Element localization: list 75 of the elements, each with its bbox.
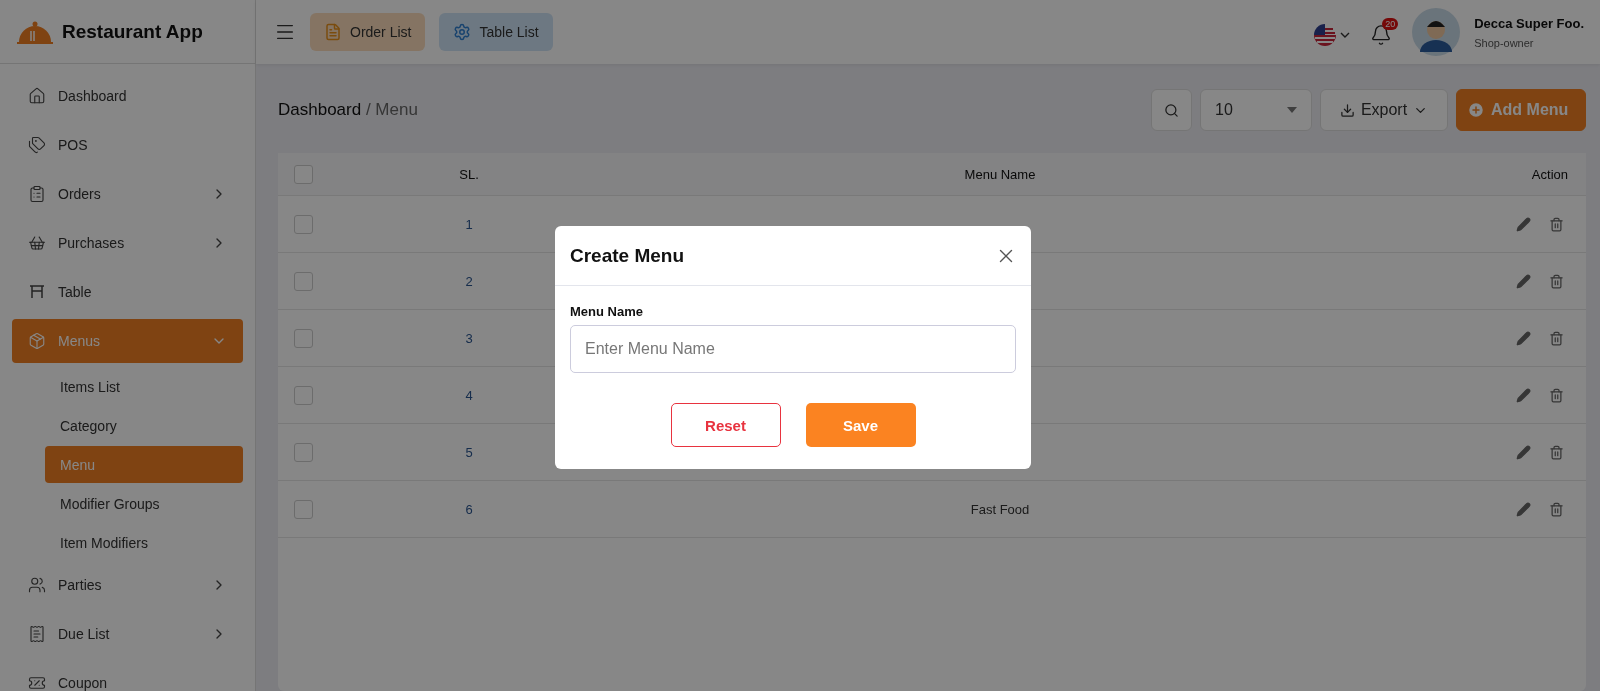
edit-icon[interactable]: [1516, 501, 1531, 517]
menu-item-icon: [28, 185, 46, 203]
delete-icon[interactable]: [1549, 273, 1564, 289]
user-name: Decca Super Foo.: [1474, 15, 1584, 31]
download-icon: [1339, 102, 1355, 118]
menu-item-icon: [28, 136, 46, 154]
table-cell-text: 4: [464, 387, 474, 403]
sidebar-item[interactable]: Coupon: [12, 661, 243, 691]
export-button[interactable]: Export: [1320, 89, 1448, 131]
edit-icon[interactable]: [1516, 330, 1531, 346]
delete-icon[interactable]: [1549, 330, 1564, 346]
sidebar-item[interactable]: Orders: [12, 172, 243, 216]
menu-item-icon: [28, 87, 46, 105]
checkbox[interactable]: [294, 214, 313, 234]
quick-link-button[interactable]: Table List: [439, 13, 553, 51]
quick-link-button[interactable]: Order List: [310, 13, 426, 51]
sidebar-item[interactable]: Due List: [12, 612, 243, 656]
plus-circle-icon: [1467, 101, 1485, 119]
menu-item-icon: [28, 332, 46, 350]
table-cell-text: 5: [464, 444, 474, 460]
sidebar-item[interactable]: Dashboard: [12, 74, 243, 118]
checkbox[interactable]: [294, 385, 313, 405]
gear-icon: [453, 23, 472, 41]
field-label: Menu Name: [570, 304, 644, 319]
column-header: SL.: [458, 166, 480, 182]
dialog-title: Create Menu: [570, 244, 685, 267]
user-avatar[interactable]: [1412, 8, 1461, 56]
menu-name-input[interactable]: Enter Menu Name: [570, 325, 1016, 373]
search-button[interactable]: [1151, 89, 1192, 131]
column-header: Action: [1530, 166, 1569, 182]
menu-item-icon: [28, 674, 46, 691]
page-size-select[interactable]: 10: [1200, 89, 1312, 131]
sidebar-subitem[interactable]: Category: [45, 407, 243, 444]
table-cell-text: 1: [464, 216, 474, 232]
delete-icon[interactable]: [1549, 387, 1564, 403]
edit-icon[interactable]: [1516, 444, 1531, 460]
search-icon: [1164, 102, 1179, 118]
reset-button[interactable]: Reset: [670, 403, 781, 447]
chevron-down-icon: [1340, 32, 1350, 38]
breadcrumb: Dashboard / Menu: [278, 100, 419, 120]
delete-icon[interactable]: [1549, 216, 1564, 232]
sidebar-subitem[interactable]: Items List: [45, 368, 243, 405]
checkbox[interactable]: [294, 271, 313, 291]
checkbox[interactable]: [294, 164, 313, 184]
notification-count: 20: [1382, 18, 1399, 30]
delete-icon[interactable]: [1549, 501, 1564, 517]
checkbox[interactable]: [294, 328, 313, 348]
table-cell-text: Fast Food: [969, 501, 1031, 517]
edit-icon[interactable]: [1516, 216, 1531, 232]
us-flag-icon: [1314, 24, 1337, 46]
table-cell-text: 2: [464, 273, 474, 289]
checkbox[interactable]: [294, 442, 313, 462]
save-button[interactable]: Save: [805, 403, 916, 447]
menu-item-icon: [28, 234, 46, 252]
sidebar-item[interactable]: Purchases: [12, 221, 243, 265]
column-header: Menu Name: [963, 166, 1037, 182]
user-role: Shop-owner: [1474, 36, 1535, 49]
sidebar-item[interactable]: Table: [12, 270, 243, 314]
brand-name: Restaurant App: [62, 20, 203, 43]
edit-icon[interactable]: [1516, 273, 1531, 289]
receipt-icon: [324, 23, 342, 41]
sidebar-subitem[interactable]: Modifier Groups: [45, 485, 243, 522]
menu-item-icon: [28, 576, 46, 594]
delete-icon[interactable]: [1549, 444, 1564, 460]
table-icon: [28, 283, 46, 301]
table-cell-text: 6: [464, 501, 474, 517]
checkbox[interactable]: [294, 499, 313, 519]
sidebar-item[interactable]: POS: [12, 123, 243, 167]
sidebar-subitem[interactable]: Item Modifiers: [45, 524, 243, 561]
menu-item-icon: [28, 625, 46, 643]
table-cell-text: 3: [464, 330, 474, 346]
caret-icon: [1287, 107, 1297, 113]
notification-button[interactable]: 20: [1370, 18, 1399, 46]
sidebar-item[interactable]: Parties: [12, 563, 243, 607]
edit-icon[interactable]: [1516, 387, 1531, 403]
